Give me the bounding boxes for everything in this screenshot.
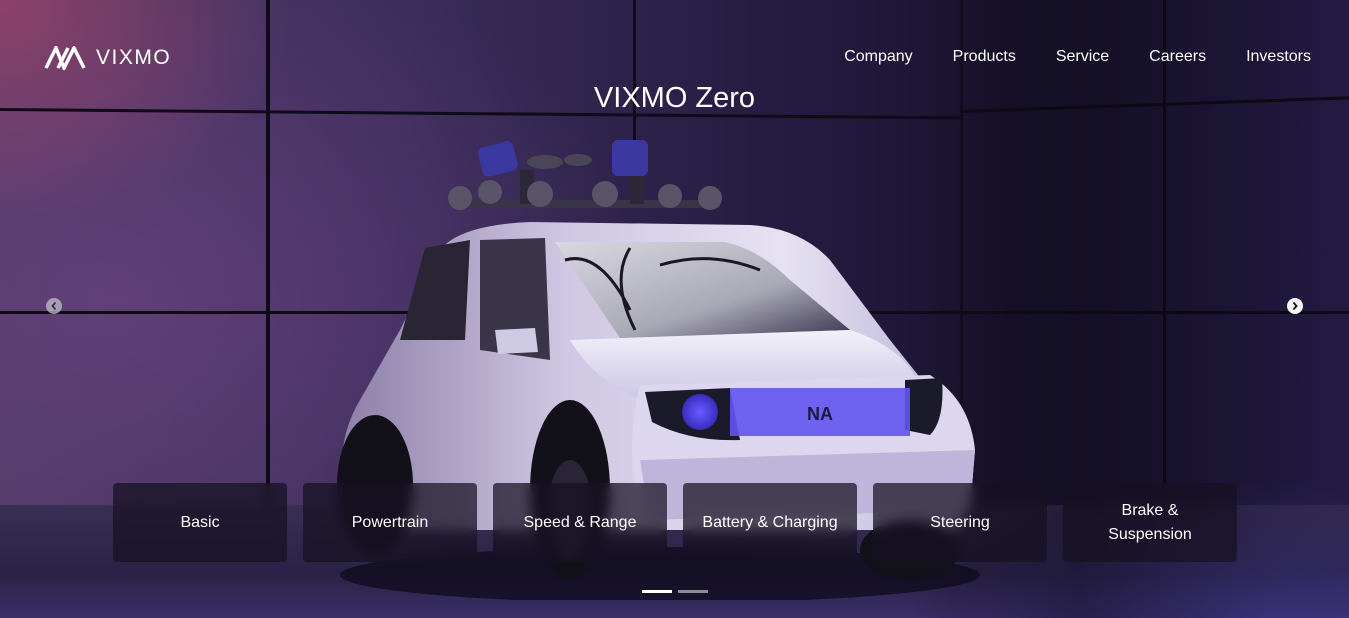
tab-powertrain[interactable]: Powertrain [303, 483, 477, 562]
chevron-right-icon [1292, 301, 1298, 311]
nav-item-investors[interactable]: Investors [1246, 48, 1311, 66]
nav-item-company[interactable]: Company [844, 48, 912, 66]
tab-label: Speed & Range [523, 513, 637, 531]
chevron-left-icon [51, 301, 57, 311]
vixmo-logo-icon [44, 46, 86, 70]
carousel-prev-button[interactable] [46, 298, 62, 314]
spec-tabs: Basic Powertrain Speed & Range Battery &… [113, 483, 1237, 562]
tab-steering[interactable]: Steering [873, 483, 1047, 562]
tab-basic[interactable]: Basic [113, 483, 287, 562]
tab-label: Battery & Charging [702, 513, 838, 531]
carousel-indicator[interactable] [678, 590, 708, 593]
tab-label: Basic [180, 513, 220, 531]
tab-label: Brake & Suspension [1108, 501, 1192, 543]
brand-name: VIXMO [96, 46, 172, 69]
carousel-indicators [642, 590, 708, 593]
tab-brake-suspension[interactable]: Brake & Suspension [1063, 483, 1237, 562]
nav-item-careers[interactable]: Careers [1149, 48, 1206, 66]
wall-panel-line [633, 0, 636, 140]
carousel-indicator[interactable] [642, 590, 672, 593]
tab-label: Steering [930, 513, 990, 531]
hero-section: NA VIXMO Company Products Service Career… [0, 0, 1349, 618]
nav-item-products[interactable]: Products [953, 48, 1016, 66]
tab-label: Powertrain [351, 513, 429, 531]
tab-speed-range[interactable]: Speed & Range [493, 483, 667, 562]
brand-logo[interactable]: VIXMO [44, 46, 171, 70]
page-title: VIXMO Zero [593, 82, 756, 114]
main-nav: Company Products Service Careers Investo… [844, 48, 1311, 66]
carousel-next-button[interactable] [1287, 298, 1303, 314]
svg-text:NA: NA [807, 404, 833, 424]
tab-battery-charging[interactable]: Battery & Charging [683, 483, 857, 562]
nav-item-service[interactable]: Service [1056, 48, 1109, 66]
wall-panel-line [266, 0, 270, 505]
